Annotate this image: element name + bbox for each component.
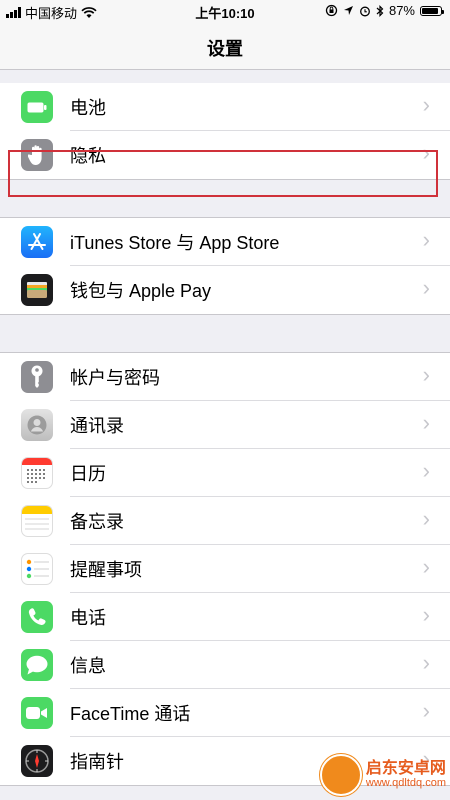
settings-label: 信息	[70, 656, 106, 676]
settings-row-notes[interactable]: 备忘录 ›	[0, 497, 450, 545]
settings-row-reminders[interactable]: 提醒事项 ›	[0, 545, 450, 593]
watermark-text: 启东安卓网	[365, 759, 446, 777]
chevron-right-icon: ›	[422, 650, 430, 675]
status-right: 87%	[325, 3, 444, 18]
settings-row-privacy[interactable]: 隐私 ›	[0, 131, 450, 179]
key-icon	[21, 361, 53, 393]
chevron-right-icon: ›	[422, 554, 430, 579]
chevron-right-icon: ›	[422, 275, 430, 300]
phone-icon	[21, 601, 53, 633]
compass-icon	[21, 745, 53, 777]
watermark: 启东安卓网 www.qdltdq.com	[319, 754, 446, 796]
settings-row-messages[interactable]: 信息 ›	[0, 641, 450, 689]
chevron-right-icon: ›	[422, 410, 430, 435]
orientation-lock-icon	[325, 4, 338, 17]
watermark-url: www.qdltdq.com	[365, 776, 446, 789]
status-bar: 中国移动 上午10:10 87%	[0, 0, 450, 22]
facetime-icon	[21, 697, 53, 729]
settings-label: iTunes Store 与 App Store	[70, 233, 280, 253]
chevron-right-icon: ›	[422, 92, 430, 117]
notes-icon	[21, 505, 53, 537]
settings-row-battery[interactable]: 电池 ›	[0, 83, 450, 131]
settings-row-facetime[interactable]: FaceTime 通话 ›	[0, 689, 450, 737]
watermark-logo	[319, 754, 362, 796]
chevron-right-icon: ›	[422, 458, 430, 483]
nav-bar: 设置	[0, 22, 450, 70]
settings-row-accounts-passwords[interactable]: 帐户与密码 ›	[0, 353, 450, 401]
messages-icon	[21, 649, 53, 681]
battery-icon	[420, 5, 444, 16]
battery-icon	[21, 91, 53, 123]
calendar-icon	[21, 457, 53, 489]
settings-group-1: 电池 › 隐私 ›	[0, 83, 450, 180]
settings-label: 提醒事项	[70, 560, 142, 580]
settings-row-calendar[interactable]: 日历 ›	[0, 449, 450, 497]
settings-row-contacts[interactable]: 通讯录 ›	[0, 401, 450, 449]
settings-group-3: 帐户与密码 › 通讯录 › 日历 › 备忘录 › 提醒事项 › 电话 › 信息 …	[0, 352, 450, 786]
settings-group-2: iTunes Store 与 App Store › 钱包与 Apple Pay…	[0, 217, 450, 315]
bluetooth-icon	[376, 4, 384, 17]
hand-icon	[21, 139, 53, 171]
settings-label: 指南针	[70, 752, 124, 772]
settings-label: 隐私	[70, 146, 106, 166]
settings-label: FaceTime 通话	[70, 704, 191, 724]
wallet-icon	[21, 274, 53, 306]
settings-row-itunes-app-store[interactable]: iTunes Store 与 App Store ›	[0, 218, 450, 266]
location-icon	[343, 6, 353, 15]
settings-list: 电池 › 隐私 › iTunes Store 与 App Store › 钱包与…	[0, 83, 450, 786]
contacts-icon	[21, 409, 53, 441]
chevron-right-icon: ›	[422, 362, 430, 387]
chevron-right-icon: ›	[422, 602, 430, 627]
settings-label: 钱包与 Apple Pay	[70, 281, 212, 301]
app-store-icon	[21, 226, 53, 258]
settings-label: 备忘录	[70, 512, 124, 532]
settings-label: 通讯录	[70, 416, 124, 436]
chevron-right-icon: ›	[422, 227, 430, 252]
chevron-right-icon: ›	[422, 140, 430, 165]
battery-percent: 87%	[388, 3, 415, 18]
battery-fill	[422, 7, 438, 14]
reminders-icon	[21, 553, 53, 585]
settings-label: 帐户与密码	[70, 368, 160, 388]
settings-label: 日历	[70, 464, 106, 484]
chevron-right-icon: ›	[422, 698, 430, 723]
settings-label: 电池	[70, 98, 106, 118]
page-title: 设置	[207, 39, 243, 59]
chevron-right-icon: ›	[422, 506, 430, 531]
settings-label: 电话	[70, 608, 106, 628]
alarm-icon	[360, 6, 370, 16]
settings-row-wallet[interactable]: 钱包与 Apple Pay ›	[0, 266, 450, 314]
settings-row-phone[interactable]: 电话 ›	[0, 593, 450, 641]
